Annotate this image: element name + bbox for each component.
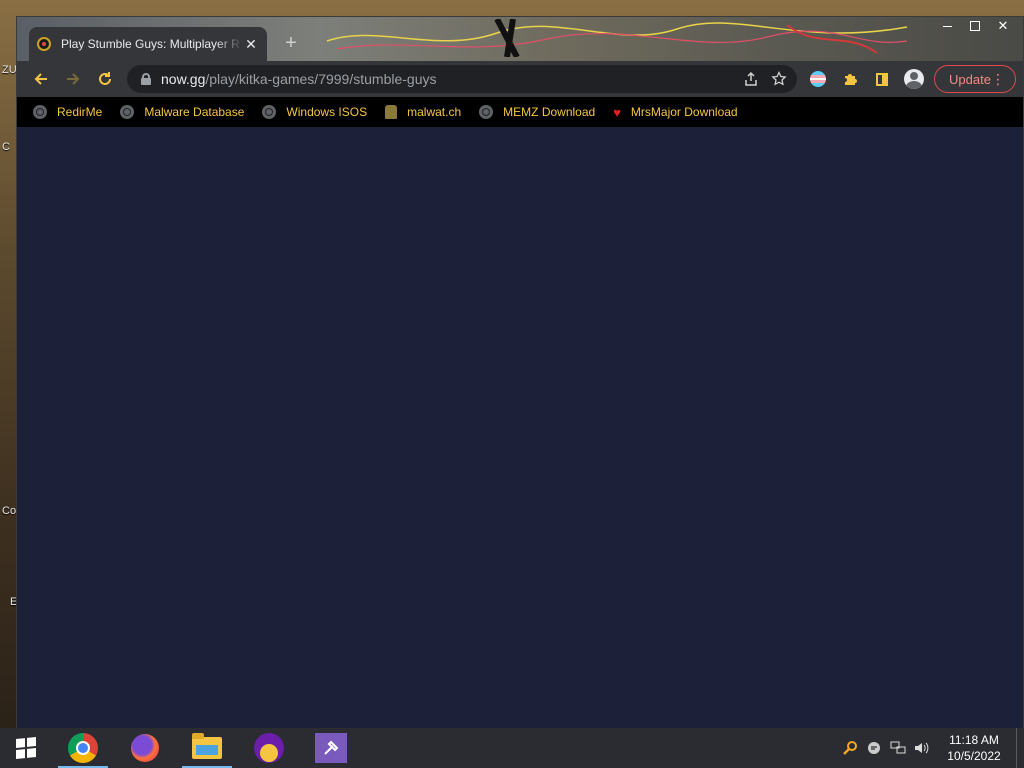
maximize-button[interactable] [961,17,989,35]
windows-logo-icon [16,736,36,760]
bookmark-label: Windows ISOS [286,105,368,119]
puzzle-icon [845,74,857,85]
clock-date: 10/5/2022 [947,749,1001,763]
now-gg-favicon-icon [37,37,51,51]
new-tab-button[interactable]: + [279,32,303,56]
tab-title: Play Stumble Guys: Multiplayer R [61,37,240,51]
browser-toolbar: now.gg/play/kitka-games/7999/stumble-guy… [17,61,1023,97]
globe-icon [479,105,494,119]
taskbar-yahoo-messenger[interactable] [238,728,300,768]
more-menu-icon[interactable]: ⋮ [991,72,1005,86]
bookmark-label: RedirMe [57,105,103,119]
browser-window: Play Stumble Guys: Multiplayer R ✕ + ✕ n… [16,16,1024,729]
arrow-right-icon [67,73,80,85]
clock-time: 11:18 AM [949,733,999,747]
reload-button[interactable] [89,63,121,95]
window-controls: ✕ [933,17,1017,35]
avatar-icon [904,69,924,89]
firefox-icon [131,734,159,762]
network-icon [890,741,906,754]
desktop-icon-label[interactable]: Co [2,505,16,517]
system-tray: 11:18 AM 10/5/2022 [838,728,1024,768]
coin-icon [385,105,398,119]
speaker-icon [915,742,929,754]
side-panel-button[interactable] [871,68,893,90]
url-path: /play/kitka-games/7999/stumble-guys [205,71,437,87]
start-button[interactable] [0,728,52,768]
globe-icon [120,105,135,119]
messaging-tray-icon[interactable] [862,728,886,768]
bookmark-malware-database[interactable]: Malware Database [120,105,244,119]
network-tray-icon[interactable] [886,728,910,768]
pride-flag-extension-icon [810,71,826,87]
taskbar-file-explorer[interactable] [176,728,238,768]
side-panel-icon [876,72,888,86]
browser-titlebar[interactable]: Play Stumble Guys: Multiplayer R ✕ + ✕ [17,17,1023,61]
bookmark-malwatch[interactable]: malwat.ch [385,105,461,119]
back-button[interactable] [25,63,57,95]
lock-icon[interactable] [141,73,151,85]
desktop-icon-label[interactable]: C [2,141,10,153]
bookmark-windows-isos[interactable]: Windows ISOS [262,105,367,119]
close-tab-button[interactable]: ✕ [243,36,259,52]
arrow-left-icon [34,73,47,85]
globe-icon [262,105,277,119]
taskbar-chrome[interactable] [52,728,114,768]
star-bookmark-icon[interactable] [771,71,787,87]
bookmark-label: Malware Database [144,105,245,119]
taskbar: 11:18 AM 10/5/2022 [0,728,1024,768]
extensions-button[interactable] [839,68,861,90]
omnibox-actions [743,65,787,93]
bookmark-label: MrsMajor Download [630,105,738,119]
bookmark-label: MEMZ Download [503,105,596,119]
search-tray-icon[interactable] [838,728,862,768]
address-bar[interactable]: now.gg/play/kitka-games/7999/stumble-guy… [127,65,797,93]
taskbar-visual-studio[interactable] [300,728,362,768]
update-label: Update [949,71,991,87]
update-button[interactable]: Update ⋮ [934,65,1016,93]
visual-studio-icon [315,733,347,763]
page-content-area[interactable] [17,127,1023,729]
chrome-icon [68,733,98,763]
heart-icon: ♥ [613,104,621,120]
minimize-button[interactable] [933,17,961,35]
extension-button[interactable] [807,68,829,90]
yahoo-messenger-icon [254,733,284,763]
bookmark-mrsmajor-download[interactable]: ♥ MrsMajor Download [613,105,737,120]
bookmark-redirme[interactable]: RedirMe [33,105,102,119]
desktop-icon-label[interactable]: ZU [2,64,17,76]
browser-tab-active[interactable]: Play Stumble Guys: Multiplayer R ✕ [29,27,267,61]
hammer-icon [324,740,339,755]
bookmark-memz-download[interactable]: MEMZ Download [479,105,595,119]
volume-tray-icon[interactable] [910,728,934,768]
theme-artwork [326,19,908,57]
url-host: now.gg [161,71,206,87]
globe-icon [33,105,47,119]
bookmark-label: malwat.ch [407,105,462,119]
show-desktop-button[interactable] [1016,728,1024,768]
chat-bubble-icon [868,742,880,754]
reload-icon [99,72,111,85]
taskbar-firefox[interactable] [114,728,176,768]
forward-button[interactable] [57,63,89,95]
extension-toolbar [807,61,925,97]
share-icon[interactable] [743,71,759,87]
magnifier-icon [843,741,857,755]
taskbar-clock[interactable]: 11:18 AM 10/5/2022 [936,732,1012,764]
file-explorer-icon [192,733,222,759]
bookmarks-bar: RedirMe Malware Database Windows ISOS ma… [17,97,1023,127]
profile-button[interactable] [903,68,925,90]
close-window-button[interactable]: ✕ [989,17,1017,35]
